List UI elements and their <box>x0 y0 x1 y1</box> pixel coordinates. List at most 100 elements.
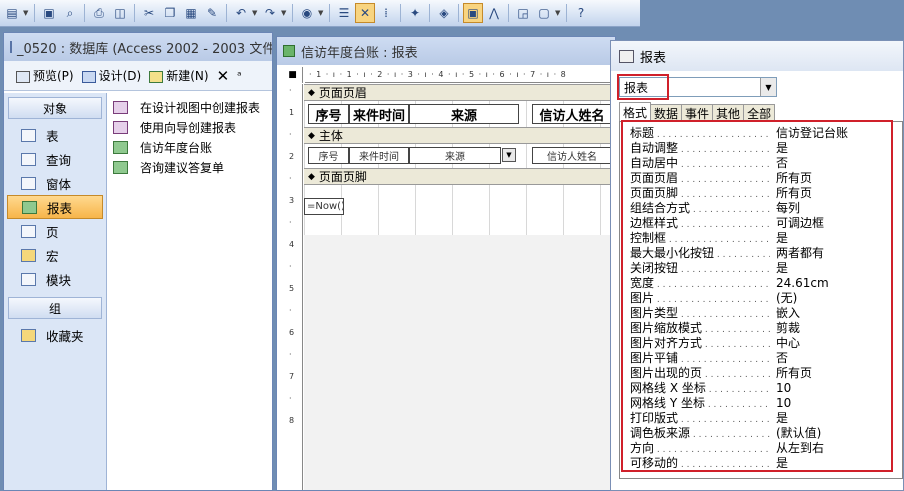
detail-bar[interactable]: ◆ 主体 <box>304 127 615 144</box>
property-value[interactable]: 是 <box>770 259 902 276</box>
groups-header[interactable]: 组 <box>8 297 102 319</box>
sorting-grouping-icon[interactable]: ⁞ <box>376 3 396 23</box>
property-row[interactable]: 调色板来源(默认值) <box>620 425 902 440</box>
group-item-favorites[interactable]: 收藏夹 <box>7 323 103 347</box>
property-row[interactable]: 宽度24.61cm <box>620 275 902 291</box>
office-links-icon[interactable]: ◉ <box>297 3 317 23</box>
page-footer-section[interactable]: =Now() <box>304 185 615 235</box>
property-row[interactable]: 标题信访登记台账 <box>620 125 902 140</box>
property-row[interactable]: 图片类型嵌入 <box>620 305 902 320</box>
property-row[interactable]: 图片平铺否 <box>620 350 902 365</box>
tab-format[interactable]: 格式 <box>619 102 652 122</box>
property-row[interactable]: 图片出现的页所有页 <box>620 365 902 380</box>
header-label-seq[interactable]: 序号 <box>308 104 349 124</box>
database-window-titlebar[interactable]: _0520 : 数据库 (Access 2002 - 2003 文件格 <box>4 33 272 61</box>
tab-all[interactable]: 全部 <box>743 104 776 122</box>
combo-dropdown-icon[interactable]: ▼ <box>502 148 516 162</box>
vertical-ruler[interactable]: · 1 · 2 · 3 · 4 · 5 · 6 · 7 · 8 <box>283 84 303 490</box>
object-item-queries[interactable]: 查询 <box>7 147 103 171</box>
chevron-down-icon[interactable]: ▼ <box>318 9 325 17</box>
chevron-down-icon[interactable]: ▼ <box>281 9 288 17</box>
object-item-pages[interactable]: 页 <box>7 219 103 243</box>
property-row[interactable]: 页面页脚所有页 <box>620 185 902 200</box>
autoformat-icon[interactable]: ✦ <box>405 3 425 23</box>
tab-event[interactable]: 事件 <box>681 104 714 122</box>
property-value[interactable]: 所有页 <box>770 364 902 381</box>
list-item[interactable]: 咨询建议答复单 <box>113 157 266 177</box>
preview-button[interactable]: 预览(P) <box>16 67 74 84</box>
object-item-macros[interactable]: 宏 <box>7 243 103 267</box>
property-row[interactable]: 网格线 X 坐标10 <box>620 380 902 396</box>
report-window-titlebar[interactable]: 信访年度台账 : 报表 <box>277 37 615 65</box>
object-item-tables[interactable]: 表 <box>7 123 103 147</box>
property-row[interactable]: 网格线 Y 坐标10 <box>620 395 902 411</box>
build-icon[interactable]: ⋀ <box>484 3 504 23</box>
print-preview-icon[interactable]: ◫ <box>110 3 130 23</box>
undo-icon[interactable]: ↶ <box>231 3 251 23</box>
property-row[interactable]: 方向从左到右 <box>620 440 902 455</box>
header-label-time[interactable]: 来件时间 <box>349 104 409 124</box>
chevron-down-icon[interactable]: ▼ <box>760 78 776 96</box>
format-painter-icon[interactable]: ✎ <box>202 3 222 23</box>
code-icon[interactable]: ◈ <box>434 3 454 23</box>
field-source[interactable]: 来源 <box>409 147 501 164</box>
field-seq[interactable]: 序号 <box>308 147 349 164</box>
property-value[interactable]: 24.61cm <box>770 276 902 290</box>
field-list-icon[interactable]: ☰ <box>334 3 354 23</box>
search-icon[interactable]: ⌕ <box>60 3 80 23</box>
property-row[interactable]: 打印版式是 <box>620 410 902 425</box>
print-icon[interactable]: ⎙ <box>89 3 109 23</box>
copy-icon[interactable]: ❐ <box>160 3 180 23</box>
property-row[interactable]: 关闭按钮是 <box>620 260 902 275</box>
save-icon[interactable]: ▣ <box>39 3 59 23</box>
object-item-reports[interactable]: 报表 <box>7 195 103 219</box>
field-time[interactable]: 来件时间 <box>349 147 409 164</box>
property-sheet-titlebar[interactable]: 报表 <box>611 41 903 71</box>
property-value[interactable]: 是 <box>770 454 902 471</box>
property-row[interactable]: 自动调整是 <box>620 140 902 155</box>
property-row[interactable]: 图片(无) <box>620 290 902 305</box>
list-item[interactable]: 在设计视图中创建报表 <box>113 97 266 117</box>
new-object-icon[interactable]: ▢ <box>534 3 554 23</box>
list-item[interactable]: 信访年度台账 <box>113 137 266 157</box>
objects-header[interactable]: 对象 <box>8 97 102 119</box>
property-row[interactable]: 控制框是 <box>620 230 902 245</box>
cut-icon[interactable]: ✂ <box>139 3 159 23</box>
properties-icon[interactable]: ▣ <box>463 3 483 23</box>
object-item-modules[interactable]: 模块 <box>7 267 103 291</box>
toolbox-icon[interactable]: ✕ <box>355 3 375 23</box>
tab-other[interactable]: 其他 <box>712 104 745 122</box>
help-icon[interactable]: ? <box>571 3 591 23</box>
property-row[interactable]: 页面页眉所有页 <box>620 170 902 185</box>
list-item[interactable]: 使用向导创建报表 <box>113 117 266 137</box>
page-header-bar[interactable]: ◆ 页面页眉 <box>304 84 615 101</box>
tab-data[interactable]: 数据 <box>650 104 683 122</box>
property-row[interactable]: 最大最小化按钮两者都有 <box>620 245 902 260</box>
chevron-down-icon[interactable]: ▼ <box>23 9 30 17</box>
page-header-section[interactable]: 序号 来件时间 来源 信访人姓名 <box>304 101 615 127</box>
property-row[interactable]: 组结合方式每列 <box>620 200 902 215</box>
header-label-name[interactable]: 信访人姓名 <box>532 104 612 124</box>
design-button[interactable]: 设计(D) <box>81 67 141 84</box>
property-value[interactable]: 10 <box>770 381 902 395</box>
page-footer-bar[interactable]: ◆ 页面页脚 <box>304 168 615 185</box>
property-row[interactable]: 图片对齐方式中心 <box>620 335 902 350</box>
report-canvas[interactable]: ◆ 页面页眉 序号 来件时间 来源 信访人姓名 ◆ 主体 序号 来件时间 来源 … <box>304 84 615 490</box>
field-name[interactable]: 信访人姓名 <box>532 147 612 164</box>
property-row[interactable]: 边框样式可调边框 <box>620 215 902 230</box>
object-item-forms[interactable]: 窗体 <box>7 171 103 195</box>
footer-now-textbox[interactable]: =Now() <box>304 198 344 215</box>
chevron-down-icon[interactable]: ▼ <box>252 9 259 17</box>
database-window-icon[interactable]: ◲ <box>513 3 533 23</box>
new-button[interactable]: 新建(N) <box>149 67 209 84</box>
detail-section[interactable]: 序号 来件时间 来源 ▼ 信访人姓名 <box>304 144 615 168</box>
property-row[interactable]: 自动居中否 <box>620 155 902 170</box>
property-row[interactable]: 图片缩放模式剪裁 <box>620 320 902 335</box>
view-icon[interactable]: ▤ <box>2 3 22 23</box>
property-row[interactable]: 可移动的是 <box>620 455 902 470</box>
small-icons-button[interactable]: ᵃ <box>237 69 241 82</box>
horizontal-ruler[interactable]: · 1 · ı · 1 · ı · 2 · ı · 3 · ı · 4 · ı … <box>305 67 615 83</box>
property-value[interactable]: 10 <box>770 396 902 410</box>
chevron-down-icon[interactable]: ▼ <box>555 9 562 17</box>
header-label-source[interactable]: 来源 <box>409 104 519 124</box>
